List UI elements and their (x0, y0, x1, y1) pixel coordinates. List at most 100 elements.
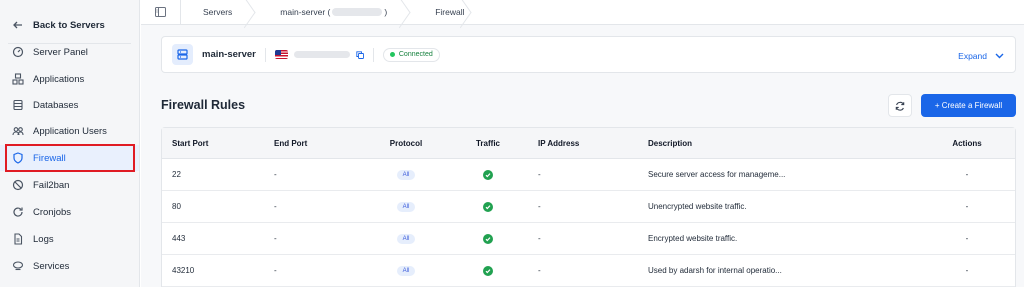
redacted-ip (332, 8, 383, 16)
sidebar-item-label: Applications (33, 73, 85, 85)
refresh-button[interactable] (888, 94, 912, 117)
sidebar-item-logs[interactable]: Logs (0, 226, 139, 252)
firewall-highlight-box (5, 144, 135, 172)
back-to-servers-link[interactable]: Back to Servers (0, 12, 139, 44)
main-content: Servers main-server ( ) Firewall main-se… (141, 0, 1024, 287)
header-description: Description (648, 138, 693, 148)
sidebar-item-databases[interactable]: Databases (0, 92, 139, 118)
end-port: - (274, 266, 277, 275)
expand-button[interactable]: Expand (958, 37, 1004, 74)
server-name: main-server (202, 49, 256, 60)
sidebar-item-label: Logs (33, 233, 54, 245)
protocol-cell: All (376, 255, 436, 286)
header-ip-address: IP Address (538, 138, 580, 148)
protocol-badge: All (396, 233, 416, 244)
breadcrumb-server-label: main-server ( (280, 7, 331, 17)
status-dot (389, 52, 395, 57)
arrow-left-icon (12, 19, 24, 31)
breadcrumb-main-server[interactable]: main-server ( ) (258, 0, 413, 25)
chevron-down-icon (995, 53, 1004, 58)
start-port: 22 (172, 170, 181, 179)
server-icon (172, 44, 193, 65)
database-icon (12, 99, 24, 111)
sidebar-item-application-users[interactable]: Application Users (0, 118, 139, 144)
gauge-icon (12, 46, 24, 58)
header-protocol: Protocol (389, 138, 423, 148)
actions-cell[interactable]: - (942, 255, 992, 286)
sidebar-item-server-panel[interactable]: Server Panel (0, 39, 139, 65)
services-icon (12, 260, 24, 272)
table-row: 22 - All - Secure server access for mana… (162, 159, 1015, 191)
breadcrumb-servers[interactable]: Servers (181, 0, 258, 25)
table-row: 43210 - All - Used by adarsh for interna… (162, 255, 1015, 287)
sidebar-item-label: Databases (33, 99, 79, 111)
traffic-cell (468, 159, 508, 190)
table-row: 443 - All - Encrypted website traffic. - (162, 223, 1015, 255)
description: Used by adarsh for internal operatio... (648, 266, 782, 275)
header-traffic: Traffic (475, 138, 500, 148)
us-flag-icon (274, 50, 288, 59)
back-label: Back to Servers (33, 19, 105, 31)
protocol-cell: All (376, 223, 436, 254)
sidebar-item-cronjobs[interactable]: Cronjobs (0, 199, 139, 225)
refresh-icon (12, 206, 24, 218)
status-label: Connected (398, 51, 433, 58)
end-port: - (274, 170, 277, 179)
copy-icon[interactable] (356, 50, 364, 59)
breadcrumb-firewall: Firewall (413, 0, 474, 25)
sidebar-item-label: Server Panel (33, 46, 88, 58)
end-port: - (274, 202, 277, 211)
sidebar-toggle-icon[interactable] (141, 0, 181, 25)
check-circle-icon (483, 201, 493, 212)
header-actions: Actions (952, 138, 982, 148)
expand-label: Expand (958, 50, 987, 61)
page-header: Firewall Rules + Create a Firewall (161, 94, 1016, 118)
actions-cell[interactable]: - (942, 159, 992, 190)
redacted-ip-address (293, 51, 350, 58)
status-badge: Connected (382, 47, 440, 62)
sidebar-item-applications[interactable]: Applications (0, 66, 139, 92)
firewall-rules-table: Start Port End Port Protocol Traffic IP … (161, 127, 1016, 287)
table-header: Start Port End Port Protocol Traffic IP … (162, 128, 1015, 159)
start-port: 443 (172, 234, 186, 243)
ip-address: - (538, 170, 541, 179)
description: Secure server access for manageme... (648, 170, 786, 179)
breadcrumb-firewall-label: Firewall (435, 7, 465, 17)
description: Encrypted website traffic. (648, 234, 738, 243)
start-port: 80 (172, 202, 181, 211)
breadcrumb-server-suffix: ) (384, 7, 388, 17)
check-circle-icon (483, 169, 493, 180)
apps-icon (12, 73, 24, 85)
protocol-badge: All (396, 169, 416, 180)
ip-address: - (538, 202, 541, 211)
actions-cell[interactable]: - (942, 223, 992, 254)
check-circle-icon (483, 265, 493, 276)
traffic-cell (468, 223, 508, 254)
sidebar-item-fail2ban[interactable]: Fail2ban (0, 172, 139, 198)
divider (264, 47, 266, 62)
header-end-port: End Port (274, 138, 308, 148)
protocol-badge: All (396, 201, 416, 212)
create-firewall-label: + Create a Firewall (934, 101, 1003, 110)
server-info-card: main-server Connected Expand (161, 36, 1016, 73)
sidebar-item-services[interactable]: Services (0, 253, 139, 279)
users-icon (12, 125, 24, 137)
refresh-icon (895, 101, 905, 111)
check-circle-icon (483, 233, 493, 244)
breadcrumb: Servers main-server ( ) Firewall (141, 0, 1024, 25)
actions-cell[interactable]: - (942, 191, 992, 222)
protocol-cell: All (376, 191, 436, 222)
protocol-cell: All (376, 159, 436, 190)
end-port: - (274, 234, 277, 243)
start-port: 43210 (172, 266, 195, 275)
divider (372, 47, 374, 62)
sidebar-item-label: Fail2ban (33, 179, 70, 191)
sidebar-item-label: Application Users (33, 125, 107, 137)
ip-address: - (538, 234, 541, 243)
breadcrumb-servers-label: Servers (203, 7, 233, 17)
page-title: Firewall Rules (161, 98, 246, 112)
ip-address: - (538, 266, 541, 275)
traffic-cell (468, 255, 508, 286)
ban-icon (12, 179, 24, 191)
create-firewall-button[interactable]: + Create a Firewall (921, 94, 1016, 117)
